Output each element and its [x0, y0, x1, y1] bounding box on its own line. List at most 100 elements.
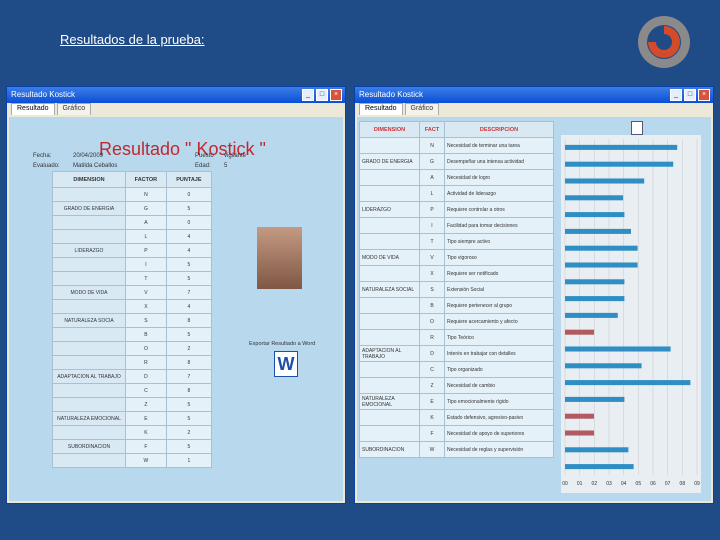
cell-factor: C — [125, 383, 167, 398]
cell-puntaje: 5 — [165, 271, 213, 286]
cell-dimension — [52, 229, 126, 244]
cell-factor: N — [125, 187, 167, 202]
maximize-icon[interactable]: □ — [684, 89, 696, 101]
cell-descripcion: Necesidad de terminar una tarea — [444, 137, 554, 154]
cell-descripcion: Facilidad para tomar decisiones — [444, 217, 554, 234]
cell-puntaje: 8 — [165, 355, 213, 370]
puesto-value: vigilante — [224, 153, 247, 159]
table-row: GRADO DE ENERGIA G 5 — [52, 201, 213, 216]
cell-fact: T — [419, 233, 445, 250]
cell-factor: T — [125, 271, 167, 286]
chart-bar-Z — [565, 396, 625, 402]
tab-resultado[interactable]: Resultado — [359, 103, 403, 115]
export-word-label[interactable]: Exportar Resultado a Word — [249, 341, 315, 347]
window-titlebar: Resultado Kostick _ □ × — [7, 87, 345, 103]
cell-puntaje: 5 — [165, 411, 213, 426]
cell-factor: V — [125, 285, 167, 300]
table-row: Z5 — [52, 397, 213, 412]
cell-puntaje: 1 — [165, 453, 213, 468]
close-icon[interactable]: × — [330, 89, 342, 101]
cell-dimension: NATURALEZA EMOCIONAL — [359, 393, 420, 410]
window-title: Resultado Kostick — [359, 90, 424, 99]
cell-descripcion: Tipo Teórico — [444, 329, 554, 346]
chart-tick-label: 03 — [606, 481, 612, 487]
chart-tick-label: 00 — [562, 481, 568, 487]
tab-grafico[interactable]: Gráfico — [404, 103, 440, 115]
evaluado-value: Matilda Ceballos — [73, 163, 118, 169]
close-icon[interactable]: × — [698, 89, 710, 101]
cell-descripcion: Tipo organizado — [444, 361, 554, 378]
cell-dimension — [52, 187, 126, 202]
cell-fact: I — [419, 217, 445, 234]
chart-bar-S — [565, 296, 625, 302]
cell-dimension — [359, 185, 420, 202]
cell-factor: X — [125, 299, 167, 314]
cell-descripcion: Necesidad de reglas y supervisión — [444, 441, 554, 458]
minimize-icon[interactable]: _ — [670, 89, 682, 101]
fecha-label: Fecha: — [33, 153, 52, 159]
maximize-icon[interactable]: □ — [316, 89, 328, 101]
tab-grafico[interactable]: Gráfico — [56, 103, 92, 115]
cell-dimension — [52, 215, 126, 230]
chart-bar-A — [565, 178, 645, 184]
table-row: L Actividad de liderazgo — [359, 185, 554, 202]
cell-fact: B — [419, 297, 445, 314]
cell-dimension — [359, 409, 420, 426]
cell-puntaje: 4 — [165, 299, 213, 314]
fecha-value: 20/04/2009 — [73, 153, 104, 159]
table-row: I Facilidad para tomar decisiones — [359, 217, 554, 234]
table-row: X4 — [52, 299, 213, 314]
chart-tick-label: 07 — [665, 481, 671, 487]
table-row: W1 — [52, 453, 213, 468]
table-row: F Necesidad de apoyo de superiores — [359, 425, 554, 442]
cell-dimension — [52, 327, 126, 342]
cell-dimension — [359, 425, 420, 442]
slide-title: Resultados de la prueba: — [60, 32, 205, 47]
chart-bar-R — [565, 346, 671, 352]
cell-dimension — [359, 377, 420, 394]
cell-dimension: NATURALEZA EMOCIONAL — [52, 411, 126, 426]
chart-bar-D — [565, 363, 642, 369]
cell-descripcion: Extensión Social — [444, 281, 554, 298]
table-row: O2 — [52, 341, 213, 356]
chart-bar-V — [565, 262, 638, 268]
cell-puntaje: 5 — [165, 201, 213, 216]
cell-factor: S — [125, 313, 167, 328]
cell-dimension — [359, 265, 420, 282]
minimize-icon[interactable]: _ — [302, 89, 314, 101]
chart-bar-E — [565, 413, 595, 419]
window-titlebar: Resultado Kostick _ □ × — [355, 87, 713, 103]
chart-tick-label: 01 — [577, 481, 583, 487]
cell-fact: A — [419, 169, 445, 186]
cell-descripcion: Tipo vigoroso — [444, 249, 554, 266]
tab-resultado[interactable]: Resultado — [11, 103, 55, 115]
puesto-label: Puesto — [195, 153, 214, 159]
cell-factor: I — [125, 257, 167, 272]
chart-bar-W — [565, 464, 634, 470]
table-row: LIDERAZGO P Requiere controlar a otros — [359, 201, 554, 218]
cell-factor: P — [125, 243, 167, 258]
chart-bar-N — [565, 144, 678, 150]
avatar — [257, 227, 302, 289]
cell-puntaje: 4 — [165, 243, 213, 258]
cell-puntaje: 7 — [165, 369, 213, 384]
cell-dimension — [359, 137, 420, 154]
chart-bar-O — [565, 329, 595, 335]
cell-dimension — [359, 297, 420, 314]
cell-descripcion: Requiere ser notificado — [444, 265, 554, 282]
cell-factor: Z — [125, 397, 167, 412]
cell-descripcion: Interés en trabajar con detalles — [444, 345, 554, 362]
chart-tick-label: 06 — [650, 481, 656, 487]
cell-dimension: LIDERAZGO — [359, 201, 420, 218]
table-row: T Tipo siempre activo — [359, 233, 554, 250]
word-icon[interactable]: W — [274, 351, 298, 377]
cell-dimension — [359, 217, 420, 234]
col-header-descripcion: DESCRIPCION — [444, 121, 554, 138]
table-row: SUBORDINACION W Necesidad de reglas y supe… — [359, 441, 554, 458]
cell-puntaje: 5 — [165, 397, 213, 412]
table-row: B5 — [52, 327, 213, 342]
table-row: SUBORDINACION F 5 — [52, 439, 213, 454]
cell-dimension — [52, 299, 126, 314]
cell-dimension — [52, 383, 126, 398]
doc-icon[interactable] — [631, 121, 643, 135]
